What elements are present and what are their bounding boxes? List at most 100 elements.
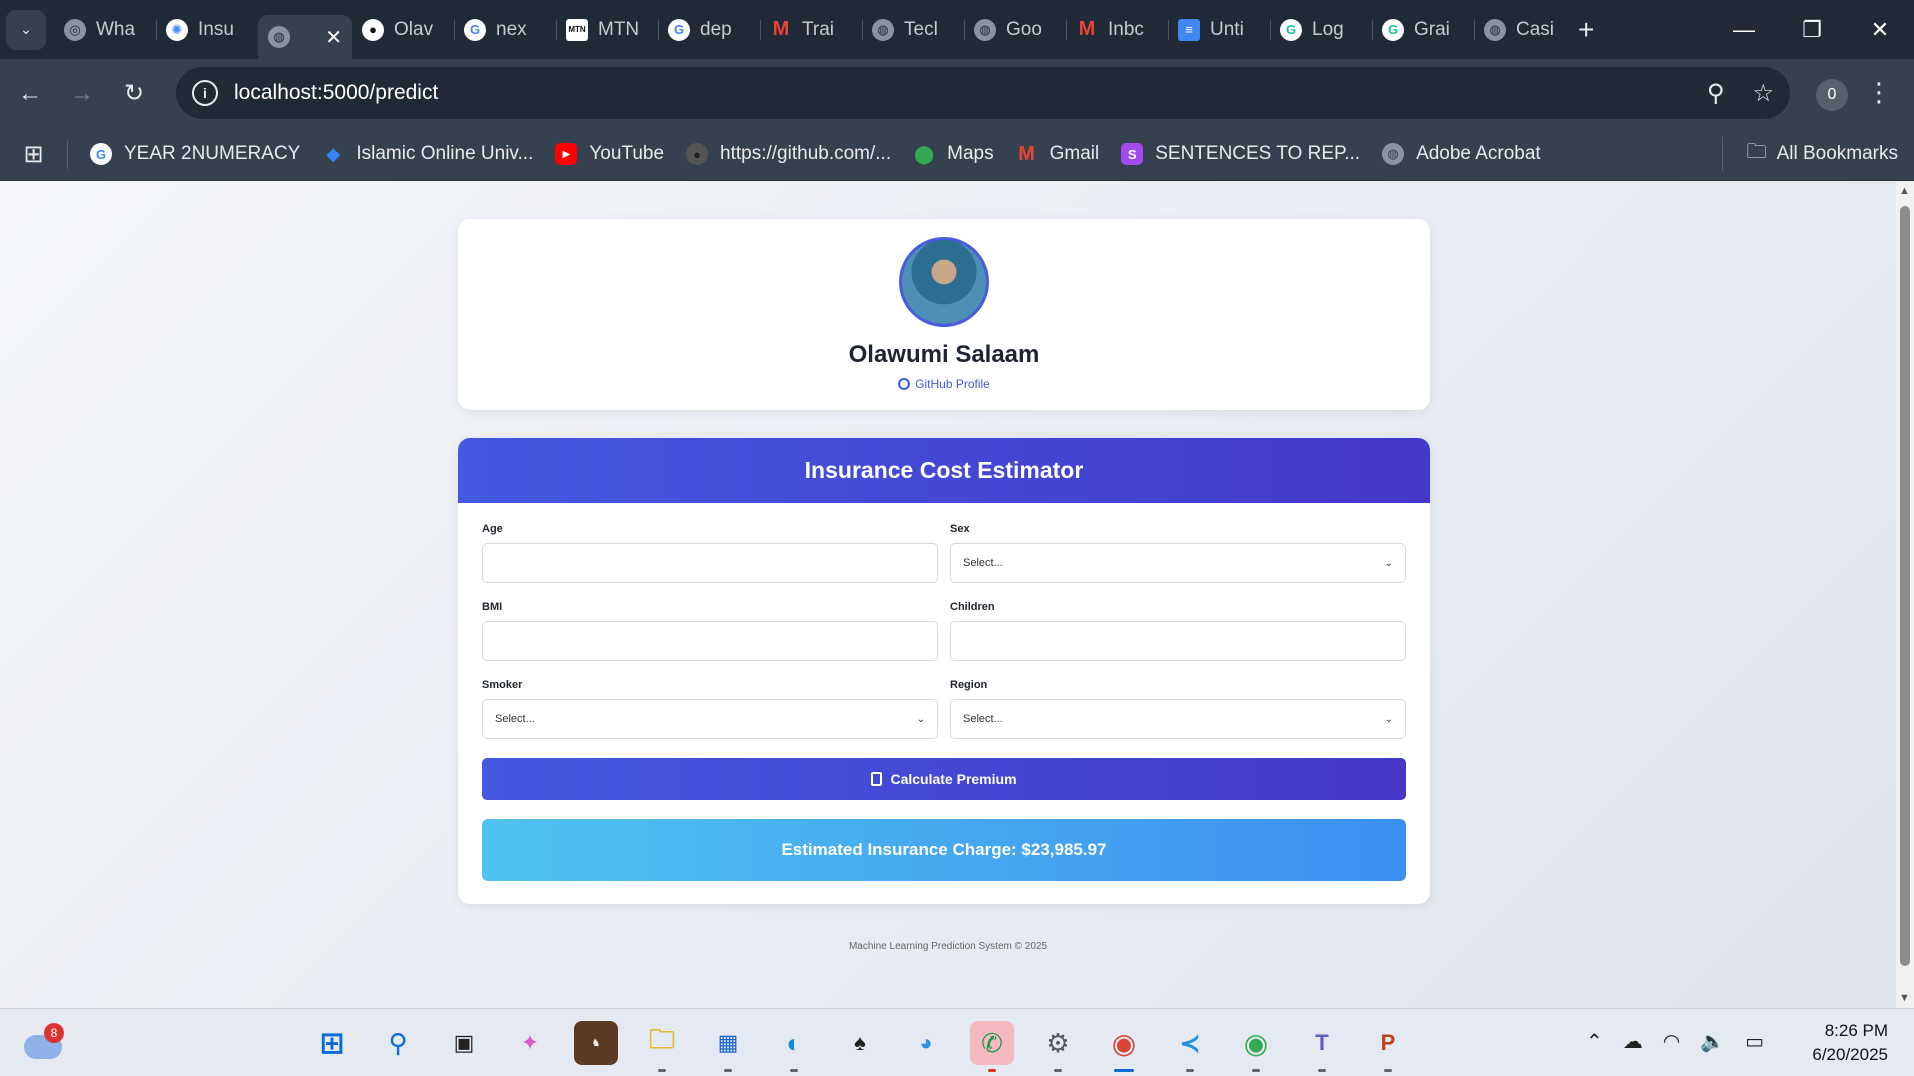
tab[interactable]: ≡ Unti bbox=[1168, 8, 1270, 52]
calculate-premium-button[interactable]: Calculate Premium bbox=[482, 758, 1406, 800]
tab-active[interactable]: ◍ ✕ bbox=[258, 15, 352, 59]
github-profile-link[interactable]: GitHub Profile bbox=[458, 377, 1430, 391]
bmi-input[interactable] bbox=[482, 621, 938, 661]
onedrive-icon[interactable]: ☁ bbox=[1623, 1029, 1643, 1054]
canva-icon: S bbox=[1121, 143, 1144, 165]
globe-icon: ◍ bbox=[1484, 18, 1506, 41]
tab[interactable]: ◎ Wha bbox=[54, 8, 156, 52]
region-select[interactable]: Select... ⌄ bbox=[950, 699, 1406, 739]
bookmark-star-icon[interactable]: ☆ bbox=[1752, 79, 1774, 108]
clock[interactable]: 8:26 PM 6/20/2025 bbox=[1812, 1019, 1888, 1067]
running-indicator bbox=[1252, 1069, 1260, 1072]
bookmark-item[interactable]: ⬤ Maps bbox=[913, 143, 994, 165]
vscode-icon[interactable]: ≺ bbox=[1168, 1021, 1212, 1072]
openai-icon: ✺ bbox=[166, 18, 188, 41]
github-icon: ● bbox=[686, 143, 709, 165]
restore-icon[interactable]: ❐ bbox=[1778, 0, 1846, 59]
bookmark-item[interactable]: G YEAR 2NUMERACY bbox=[90, 143, 300, 165]
tab[interactable]: G Log bbox=[1270, 8, 1372, 52]
bookmark-item[interactable]: ● https://github.com/... bbox=[686, 143, 891, 165]
tab[interactable]: G Grai bbox=[1372, 8, 1474, 52]
children-input[interactable] bbox=[950, 621, 1406, 661]
scroll-up-icon[interactable]: ▲ bbox=[1899, 185, 1910, 197]
address-bar[interactable]: i localhost:5000/predict ⚲ ☆ bbox=[176, 67, 1790, 119]
tab[interactable]: ◍ Tecl bbox=[862, 8, 964, 52]
scrollbar-thumb[interactable] bbox=[1900, 206, 1910, 966]
children-field-group: Children bbox=[950, 601, 1406, 661]
whatsapp-icon[interactable]: ✆ bbox=[970, 1021, 1014, 1072]
new-tab-button[interactable]: + bbox=[1578, 14, 1594, 46]
chevron-up-icon[interactable]: ⌃ bbox=[1586, 1029, 1603, 1054]
chrome-profile-icon[interactable]: ◉ bbox=[1234, 1021, 1278, 1072]
profile-avatar[interactable]: 0 bbox=[1816, 79, 1848, 111]
weather-widget[interactable]: 8 bbox=[24, 1023, 64, 1061]
all-bookmarks-button[interactable]: 🗀 All Bookmarks bbox=[1721, 137, 1898, 171]
store-icon[interactable]: ▦ bbox=[706, 1021, 750, 1072]
wifi-icon[interactable]: ◠ bbox=[1663, 1029, 1680, 1054]
solitaire-icon[interactable]: ♠ bbox=[838, 1021, 882, 1065]
bookmark-item[interactable]: ◆ Islamic Online Univ... bbox=[322, 143, 533, 165]
page-scrollbar[interactable]: ▲ ▼ bbox=[1896, 181, 1914, 1008]
github-icon: ● bbox=[362, 18, 384, 41]
tab[interactable]: ◍ Casi bbox=[1474, 8, 1566, 52]
docs-icon: ≡ bbox=[1178, 18, 1200, 41]
powerpoint-icon[interactable]: P bbox=[1366, 1021, 1410, 1072]
bmi-field-group: BMI bbox=[482, 601, 938, 661]
windows-start-icon[interactable]: ⊞ bbox=[310, 1021, 354, 1065]
tab-strip: ⌄ ◎ Wha ✺ Insu ◍ ✕ ● Olav Gnex MTN MTN Gdep M… bbox=[0, 0, 1914, 59]
teams-icon[interactable]: T bbox=[1300, 1021, 1344, 1072]
chevron-down-icon: ⌄ bbox=[916, 713, 925, 725]
smoker-select[interactable]: Select... ⌄ bbox=[482, 699, 938, 739]
file-explorer-icon[interactable]: 🗀 bbox=[640, 1021, 684, 1072]
volume-icon[interactable]: 🔈 bbox=[1700, 1029, 1725, 1054]
site-info-icon[interactable]: i bbox=[192, 80, 218, 106]
tab[interactable]: MTN MTN bbox=[556, 8, 658, 52]
bookmark-item[interactable]: S SENTENCES TO REP... bbox=[1121, 143, 1360, 165]
sex-select[interactable]: Select... ⌄ bbox=[950, 543, 1406, 583]
tab[interactable]: Gnex bbox=[454, 8, 556, 52]
bookmark-item[interactable]: M Gmail bbox=[1016, 143, 1099, 165]
footer-text: Machine Learning Prediction System © 202… bbox=[848, 941, 1048, 952]
chrome-icon[interactable]: ◉ bbox=[1102, 1021, 1146, 1072]
tab[interactable]: ✺ Insu bbox=[156, 8, 258, 52]
reload-icon[interactable]: ↻ bbox=[108, 68, 160, 120]
running-indicator bbox=[1318, 1069, 1326, 1072]
tab[interactable]: M Trai bbox=[760, 8, 862, 52]
edge-icon[interactable]: ◐ bbox=[772, 1021, 816, 1072]
age-field-group: Age bbox=[482, 523, 938, 583]
apps-grid-icon[interactable]: ⊞ bbox=[0, 139, 68, 169]
zoom-icon[interactable]: ⚲ bbox=[1707, 79, 1725, 108]
google-icon: G bbox=[464, 18, 486, 41]
search-icon[interactable]: ⚲ bbox=[376, 1021, 420, 1065]
tab[interactable]: ● Olav bbox=[352, 8, 454, 52]
chess-icon[interactable]: ♞ bbox=[574, 1021, 618, 1065]
close-window-icon[interactable]: ✕ bbox=[1846, 0, 1914, 59]
chevron-down-icon: ⌄ bbox=[1384, 713, 1393, 725]
tab-search-button[interactable]: ⌄ bbox=[6, 9, 46, 50]
smoker-label: Smoker bbox=[482, 679, 523, 691]
scroll-down-icon[interactable]: ▼ bbox=[1899, 992, 1910, 1004]
minimize-icon[interactable]: — bbox=[1710, 0, 1778, 59]
grammarly-icon: G bbox=[1280, 18, 1302, 41]
battery-icon[interactable]: ▭ bbox=[1745, 1029, 1764, 1054]
window-controls: — ❐ ✕ bbox=[1710, 0, 1914, 59]
copilot-icon[interactable]: ✦ bbox=[508, 1021, 552, 1065]
menu-icon[interactable]: ⋮ bbox=[1866, 77, 1892, 108]
tab[interactable]: M Inbc bbox=[1066, 8, 1168, 52]
paint-icon[interactable]: ◕ bbox=[904, 1021, 948, 1065]
tab[interactable]: Gdep bbox=[658, 8, 760, 52]
task-view-icon[interactable]: ▣ bbox=[442, 1021, 486, 1065]
running-indicator bbox=[988, 1069, 996, 1072]
chevron-down-icon: ⌄ bbox=[1384, 557, 1393, 569]
bookmark-item[interactable]: ◍ Adobe Acrobat bbox=[1382, 143, 1541, 165]
settings-gear-icon[interactable]: ⚙ bbox=[1036, 1021, 1080, 1072]
url-text[interactable]: localhost:5000/predict bbox=[234, 81, 438, 105]
gmail-icon: M bbox=[1078, 18, 1096, 40]
age-input[interactable] bbox=[482, 543, 938, 583]
tab[interactable]: ◍ Goo bbox=[964, 8, 1066, 52]
forward-icon[interactable]: → bbox=[56, 68, 108, 120]
notification-badge: 8 bbox=[44, 1023, 64, 1043]
back-icon[interactable]: ← bbox=[4, 68, 56, 120]
bookmark-item[interactable]: ▶ YouTube bbox=[555, 143, 664, 165]
close-tab-icon[interactable]: ✕ bbox=[325, 25, 342, 50]
